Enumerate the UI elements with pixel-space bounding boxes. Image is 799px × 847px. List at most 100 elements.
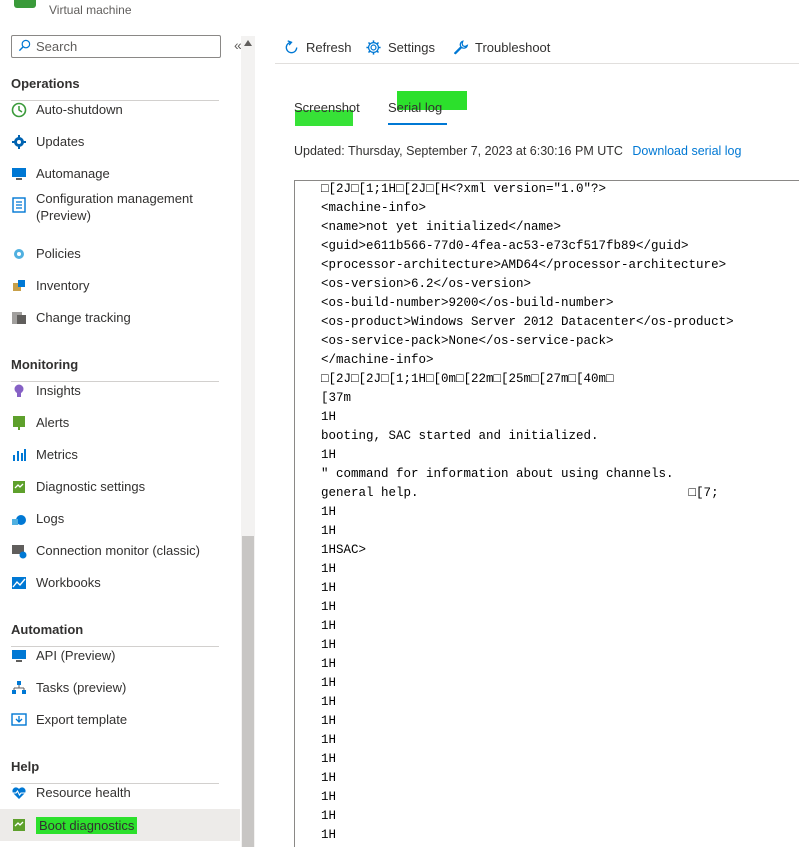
sidebar-item-label: Insights <box>36 383 81 398</box>
serial-log-line: 1H <box>321 790 337 804</box>
sidebar-item-configuration-management-preview[interactable]: Configuration management (Preview) <box>0 189 240 227</box>
serial-log-line: 1H <box>321 714 337 728</box>
menu-search-box[interactable] <box>11 35 221 58</box>
serial-log-line: 1H <box>321 448 337 462</box>
wrench-icon <box>453 39 469 55</box>
sidebar-item-label: Workbooks <box>36 575 101 590</box>
virtual-machine-icon <box>14 0 36 8</box>
sidebar-item-metrics[interactable]: Metrics <box>0 439 240 471</box>
diagnostic-icon <box>13 481 25 493</box>
last-updated-text: Updated: Thursday, September 7, 2023 at … <box>294 144 623 158</box>
resource-header: Virtual machine <box>0 0 799 22</box>
serial-log-line: 1H <box>321 752 337 766</box>
sidebar-item-label: Connection monitor (classic) <box>36 543 201 558</box>
resource-menu-sidebar: « OperationsAuto-shutdownUpdatesAutomana… <box>0 30 256 847</box>
workbook-icon <box>12 577 26 589</box>
serial-log-line: 1H <box>321 619 337 633</box>
sidebar-item-workbooks[interactable]: Workbooks <box>0 567 240 599</box>
menu-search-input[interactable] <box>36 38 216 55</box>
sidebar-item-label: Diagnostic settings <box>36 479 146 494</box>
sidebar-item-insights[interactable]: Insights <box>0 375 240 407</box>
boot-diagnostics-icon <box>13 819 25 831</box>
sidebar-item-label: Auto-shutdown <box>36 102 123 117</box>
api-icon <box>12 650 26 662</box>
sidebar-item-inventory[interactable]: Inventory <box>0 270 240 302</box>
serial-log-line: <os-product>Windows Server 2012 Datacent… <box>321 315 734 329</box>
clock-icon <box>11 102 27 118</box>
sidebar-item-label: Configuration management (Preview) <box>36 191 193 223</box>
sidebar-item-label: Alerts <box>36 415 70 430</box>
inventory-icon <box>13 280 25 291</box>
sidebar-item-alerts[interactable]: Alerts <box>0 407 240 439</box>
sidebar-item-auto-shutdown[interactable]: Auto-shutdown <box>0 94 240 126</box>
serial-log-line: general help. □[7; <box>321 486 719 500</box>
serial-log-lines: □[2J□[1;1H□[2J□[H<?xml version="1.0"?> <m… <box>321 181 734 845</box>
bar-chart-icon <box>13 449 26 461</box>
alert-icon <box>13 416 25 430</box>
sidebar-item-diagnostic-settings[interactable]: Diagnostic settings <box>0 471 240 503</box>
main-content: Refresh Settings Troubleshoot Screenshot… <box>275 30 799 847</box>
serial-log-line: □[2J□[2J□[1;1H□[0m□[22m□[25m□[27m□[40m□ <box>321 372 614 386</box>
download-serial-log-link[interactable]: Download serial log <box>632 144 741 158</box>
tasks-icon <box>12 681 26 694</box>
sidebar-item-label: Automanage <box>36 166 110 181</box>
sidebar-item-export-template[interactable]: Export template <box>0 704 240 736</box>
serial-log-line: 1H <box>321 771 337 785</box>
sidebar-item-label: Metrics <box>36 447 78 462</box>
lightbulb-icon <box>14 384 24 397</box>
sidebar-item-automanage[interactable]: Automanage <box>0 158 240 190</box>
refresh-label: Refresh <box>306 39 352 55</box>
sidebar-item-label: API (Preview) <box>36 648 116 663</box>
troubleshoot-label: Troubleshoot <box>475 39 551 55</box>
serial-log-line: 1H <box>321 733 337 747</box>
sidebar-item-policies[interactable]: Policies <box>0 238 240 270</box>
troubleshoot-button[interactable]: Troubleshoot <box>452 37 550 57</box>
serial-log-line: booting, SAC started and initialized. <box>321 429 599 443</box>
sidebar-item-change-tracking[interactable]: Change tracking <box>0 302 240 334</box>
section-title-help: Help <box>11 759 40 774</box>
section-title-automation: Automation <box>11 622 84 637</box>
serial-log-output[interactable]: □[2J□[1;1H□[2J□[H<?xml version="1.0"?> <m… <box>294 180 799 847</box>
serial-log-line: <guid>e611b566-77d0-4fea-ac53-e73cf517fb… <box>321 239 689 253</box>
tab-screenshot[interactable]: Screenshot <box>294 100 360 115</box>
config-list-icon <box>12 197 26 213</box>
serial-log-line: 1H <box>321 581 337 595</box>
export-template-icon <box>11 713 27 726</box>
sidebar-item-label: Export template <box>36 712 128 727</box>
sidebar-item-boot-diagnostics[interactable]: Boot diagnostics <box>0 809 240 841</box>
serial-log-line: 1H <box>321 524 337 538</box>
sidebar-item-updates[interactable]: Updates <box>0 126 240 158</box>
resource-type-subtitle: Virtual machine <box>49 3 132 17</box>
search-icon <box>18 39 31 52</box>
sidebar-item-logs[interactable]: Logs <box>0 503 240 535</box>
sidebar-item-label: Tasks (preview) <box>36 680 127 695</box>
refresh-icon <box>285 39 298 53</box>
settings-button[interactable]: Settings <box>365 37 435 57</box>
serial-log-line: 1H <box>321 676 337 690</box>
sidebar-item-label: Policies <box>36 246 81 261</box>
sidebar-scrollbar[interactable] <box>241 36 255 847</box>
refresh-button[interactable]: Refresh <box>283 37 352 57</box>
serial-log-line: 1H <box>321 600 337 614</box>
sidebar-item-label: Resource health <box>36 785 131 800</box>
serial-log-line: 1H <box>321 828 337 842</box>
gear-icon <box>12 135 26 149</box>
connection-monitor-icon <box>12 545 27 559</box>
tab-serial-log[interactable]: Serial log <box>388 100 442 115</box>
gear-icon <box>366 39 381 55</box>
sidebar-item-label: Boot diagnostics <box>36 817 138 834</box>
change-tracking-icon <box>12 312 26 324</box>
serial-log-line: " command for information about using ch… <box>321 467 674 481</box>
scrollbar-thumb[interactable] <box>242 536 254 847</box>
logs-icon <box>12 515 26 525</box>
scroll-up-arrow-icon[interactable] <box>244 40 252 46</box>
sidebar-item-label: Change tracking <box>36 310 131 325</box>
section-title-operations: Operations <box>11 76 80 91</box>
serial-log-line: </machine-info> <box>321 353 434 367</box>
sidebar-item-label: Logs <box>36 511 65 526</box>
sidebar-item-resource-health[interactable]: Resource health <box>0 777 240 809</box>
sidebar-item-api-preview[interactable]: API (Preview) <box>0 640 240 672</box>
sidebar-item-connection-monitor-classic[interactable]: Connection monitor (classic) <box>0 535 240 567</box>
sidebar-item-tasks-preview[interactable]: Tasks (preview) <box>0 672 240 704</box>
serial-log-line: <os-build-number>9200</os-build-number> <box>321 296 614 310</box>
